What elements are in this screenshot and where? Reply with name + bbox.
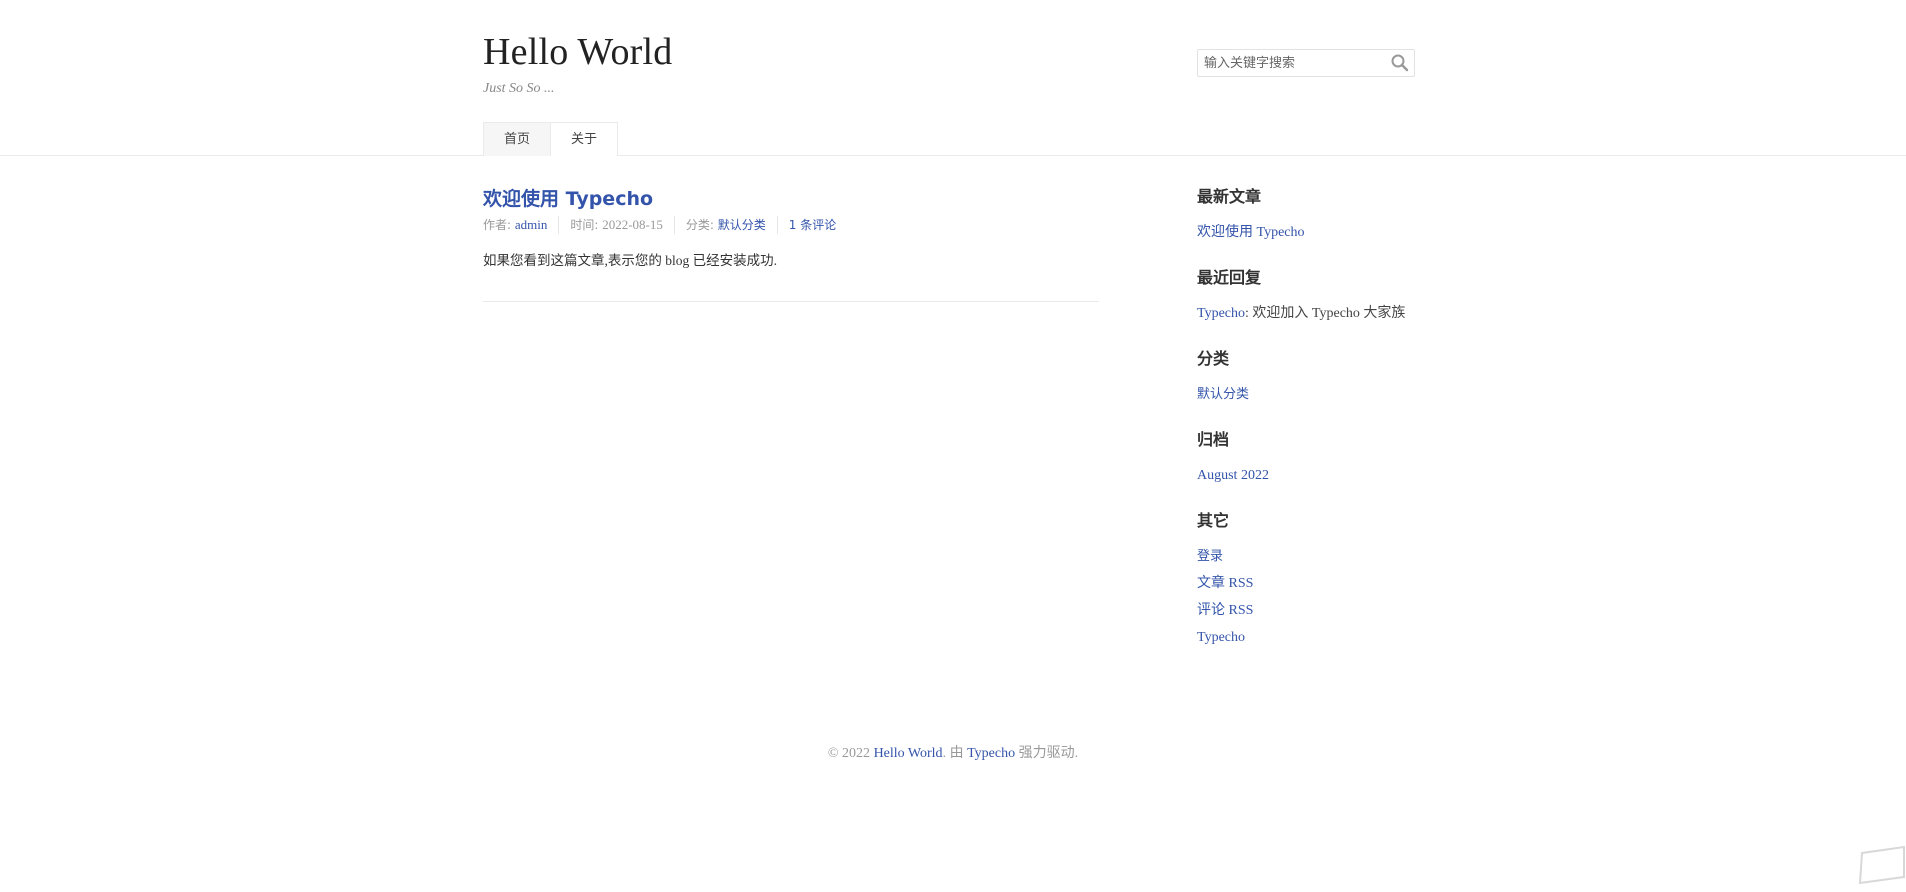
post-date: 时间: 2022-08-15 bbox=[558, 216, 674, 234]
site-logo[interactable]: Hello World bbox=[483, 30, 672, 74]
typecho-link[interactable]: Typecho bbox=[1197, 630, 1245, 645]
site-footer: © 2022 Hello World. 由 Typecho 强力驱动. bbox=[0, 742, 1906, 762]
widget-recent-posts: 最新文章 欢迎使用 Typecho bbox=[1197, 183, 1437, 246]
list-item: August 2022 bbox=[1197, 462, 1437, 489]
comment-text: : 欢迎加入 Typecho 大家族 bbox=[1245, 306, 1405, 321]
posts-rss-link[interactable]: 文章 RSS bbox=[1197, 576, 1253, 591]
date-label: 时间: bbox=[570, 218, 602, 232]
widget-title-categories: 分类 bbox=[1197, 345, 1437, 369]
widget-recent-comments: 最近回复 Typecho: 欢迎加入 Typecho 大家族 bbox=[1197, 264, 1437, 327]
widget-title-archives: 归档 bbox=[1197, 426, 1437, 450]
list-item: 登录 bbox=[1197, 543, 1437, 570]
footer-middle: . 由 bbox=[943, 746, 968, 761]
sidebar: 最新文章 欢迎使用 Typecho 最近回复 Typecho: 欢迎加入 Typ… bbox=[1197, 183, 1437, 669]
comments-link[interactable]: 1 条评论 bbox=[789, 218, 836, 232]
footer-powered-link[interactable]: Typecho bbox=[967, 746, 1015, 761]
widget-title-recent-comments: 最近回复 bbox=[1197, 264, 1437, 288]
category-link[interactable]: 默认分类 bbox=[718, 218, 766, 232]
comments-rss-link[interactable]: 评论 RSS bbox=[1197, 603, 1253, 618]
search-icon[interactable] bbox=[1390, 53, 1410, 73]
list-item: 默认分类 bbox=[1197, 381, 1437, 408]
main-nav: 首页 关于 bbox=[483, 122, 618, 156]
post-divider bbox=[483, 301, 1099, 302]
category-label: 分类: bbox=[686, 218, 718, 232]
search-box bbox=[1197, 49, 1415, 77]
post-author: 作者: admin bbox=[483, 216, 558, 234]
post-title[interactable]: 欢迎使用 Typecho bbox=[483, 184, 653, 211]
site-header: Hello World Just So So ... 首页 关于 bbox=[0, 0, 1906, 156]
login-link[interactable]: 登录 bbox=[1197, 549, 1223, 564]
list-item: Typecho bbox=[1197, 624, 1437, 651]
list-item: 欢迎使用 Typecho bbox=[1197, 219, 1437, 246]
list-item: 评论 RSS bbox=[1197, 597, 1437, 624]
author-label: 作者: bbox=[483, 218, 515, 232]
watermark-logo bbox=[1848, 839, 1906, 887]
post-excerpt: 如果您看到这篇文章,表示您的 blog 已经安装成功. bbox=[483, 249, 777, 269]
tab-about[interactable]: 关于 bbox=[551, 122, 618, 156]
widget-archives: 归档 August 2022 bbox=[1197, 426, 1437, 489]
widget-misc: 其它 登录 文章 RSS 评论 RSS Typecho bbox=[1197, 507, 1437, 651]
post-category: 分类: 默认分类 bbox=[674, 216, 777, 234]
tab-home[interactable]: 首页 bbox=[483, 122, 551, 156]
footer-suffix: 强力驱动. bbox=[1015, 746, 1078, 761]
list-item: Typecho: 欢迎加入 Typecho 大家族 bbox=[1197, 300, 1437, 327]
post-meta: 作者: admin 时间: 2022-08-15 分类: 默认分类 1 条评论 bbox=[483, 216, 847, 234]
search-input[interactable] bbox=[1198, 50, 1390, 76]
footer-site-link[interactable]: Hello World bbox=[874, 746, 943, 761]
footer-copyright: © 2022 bbox=[828, 746, 874, 761]
widget-title-misc: 其它 bbox=[1197, 507, 1437, 531]
post-comments: 1 条评论 bbox=[777, 216, 847, 234]
archive-link[interactable]: August 2022 bbox=[1197, 468, 1269, 483]
site-tagline: Just So So ... bbox=[483, 81, 555, 97]
widget-title-recent-posts: 最新文章 bbox=[1197, 183, 1437, 207]
list-item: 文章 RSS bbox=[1197, 570, 1437, 597]
author-link[interactable]: admin bbox=[515, 217, 548, 232]
comment-author-link[interactable]: Typecho bbox=[1197, 306, 1245, 321]
date-value: 2022-08-15 bbox=[602, 217, 663, 232]
widget-categories: 分类 默认分类 bbox=[1197, 345, 1437, 408]
category-item-link[interactable]: 默认分类 bbox=[1197, 387, 1249, 402]
recent-post-link[interactable]: 欢迎使用 Typecho bbox=[1197, 225, 1305, 240]
